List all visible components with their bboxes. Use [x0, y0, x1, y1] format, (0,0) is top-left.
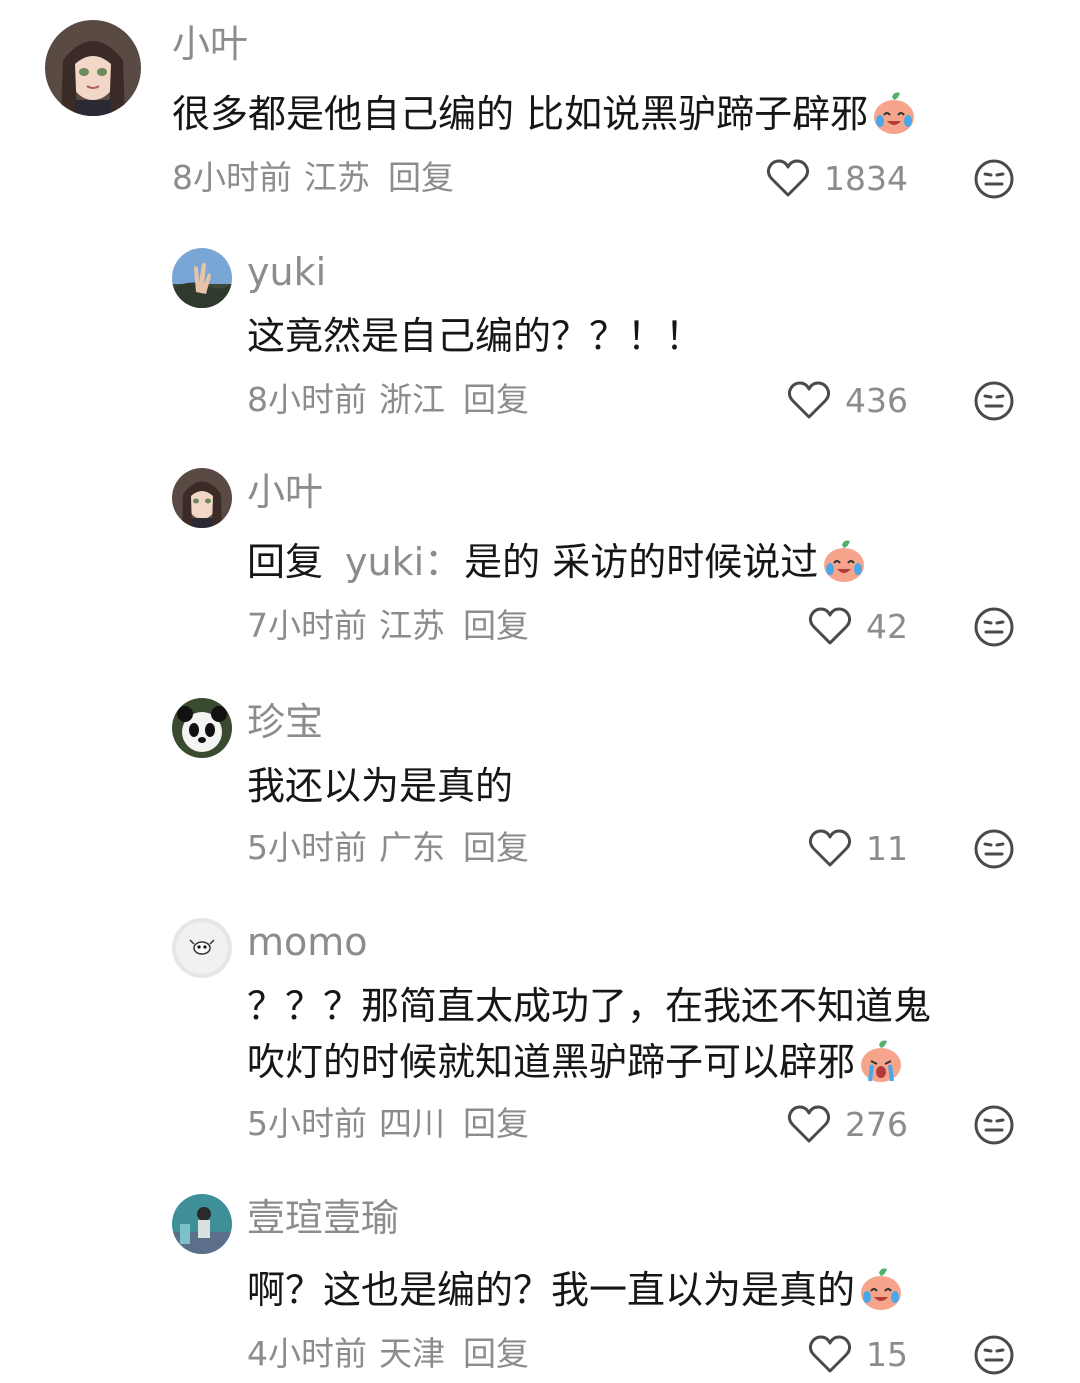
like-count: 11 — [866, 828, 908, 868]
avatar[interactable] — [172, 698, 232, 758]
comment-text: 我还以为是真的 — [247, 758, 513, 814]
comment-text: ？？？那简直太成功了，在我还不知道鬼 吹灯的时候就知道黑驴蹄子可以辟邪 — [247, 978, 931, 1090]
reply-item: 珍宝 我还以为是真的 5小时前 广东 回复 11 — [0, 680, 1080, 900]
comment-author[interactable]: 小叶 — [247, 470, 323, 514]
comment-time: 8小时前 — [172, 158, 292, 197]
reply-button[interactable]: 回复 — [463, 1334, 529, 1373]
neutral-face-icon[interactable] — [973, 380, 1015, 422]
avatar[interactable] — [172, 1194, 232, 1254]
comment-text-body: 是的 采访的时候说过 — [464, 540, 819, 584]
like-button[interactable]: 11 — [808, 826, 908, 870]
like-button[interactable]: 15 — [808, 1332, 908, 1376]
like-button[interactable]: 42 — [808, 604, 908, 648]
comment-text-body: 我还以为是真的 — [247, 764, 514, 808]
avatar[interactable] — [45, 20, 141, 116]
neutral-face-icon[interactable] — [973, 828, 1015, 870]
comment-meta: 7小时前 江苏 回复 — [247, 606, 529, 646]
reply-item: yuki 这竟然是自己编的？？！！ 8小时前 浙江 回复 436 — [0, 230, 1080, 450]
reply-button[interactable]: 回复 — [463, 1104, 529, 1143]
comment-meta: 5小时前 四川 回复 — [247, 1104, 529, 1144]
like-button[interactable]: 1834 — [766, 156, 908, 200]
reply-button[interactable]: 回复 — [463, 380, 529, 419]
crying-peach-emoji — [861, 1040, 902, 1082]
like-count: 436 — [845, 380, 908, 420]
comment-meta: 8小时前 江苏 回复 — [172, 158, 454, 198]
like-button[interactable]: 276 — [787, 1102, 908, 1146]
comment-author[interactable]: yuki — [247, 250, 326, 294]
laughing-cry-peach-emoji — [874, 92, 915, 134]
comment-text: 这竟然是自己编的？？！！ — [247, 308, 703, 364]
avatar[interactable] — [172, 468, 232, 528]
reply-button[interactable]: 回复 — [463, 828, 529, 867]
comment-text-line: 吹灯的时候就知道黑驴蹄子可以辟邪 — [247, 1034, 931, 1090]
comment-text: 啊？这也是编的？我一直以为是真的 — [247, 1262, 905, 1318]
heart-outline-icon — [808, 1335, 852, 1373]
reply-prefix: 回复 — [247, 540, 324, 584]
comment-meta: 5小时前 广东 回复 — [247, 828, 529, 868]
heart-outline-icon — [766, 159, 810, 197]
comment-author[interactable]: 壹瑄壹瑜 — [247, 1196, 399, 1240]
comment-meta: 8小时前 浙江 回复 — [247, 380, 529, 420]
heart-outline-icon — [808, 607, 852, 645]
laughing-cry-peach-emoji — [824, 540, 865, 582]
comment-location: 浙江 — [379, 380, 445, 419]
comment-location: 四川 — [379, 1104, 445, 1143]
comment-location: 广东 — [379, 828, 445, 867]
reply-item: 小叶 回复 yuki：是的 采访的时候说过 7小时前 江苏 回复 42 — [0, 450, 1080, 680]
like-count: 15 — [866, 1334, 908, 1374]
comment-text-body: 很多都是他自己编的 比如说黑驴蹄子辟邪 — [172, 92, 869, 136]
comment-time: 7小时前 — [247, 606, 367, 645]
comment-text-body: 这竟然是自己编的？？！！ — [247, 314, 704, 358]
heart-outline-icon — [808, 829, 852, 867]
comment-location: 天津 — [379, 1334, 445, 1373]
reply-button[interactable]: 回复 — [388, 158, 454, 197]
like-count: 1834 — [824, 158, 908, 198]
comment-author[interactable]: 小叶 — [172, 22, 248, 66]
reply-item: momo ？？？那简直太成功了，在我还不知道鬼 吹灯的时候就知道黑驴蹄子可以辟邪… — [0, 900, 1080, 1176]
avatar[interactable] — [172, 918, 232, 978]
comment-author[interactable]: momo — [247, 920, 368, 964]
reply-button[interactable]: 回复 — [463, 606, 529, 645]
comment-time: 5小时前 — [247, 828, 367, 867]
like-button[interactable]: 436 — [787, 378, 908, 422]
reply-target-user[interactable]: yuki： — [345, 540, 462, 584]
heart-outline-icon — [787, 1105, 831, 1143]
comment-meta: 4小时前 天津 回复 — [247, 1334, 529, 1374]
laughing-cry-peach-emoji — [861, 1268, 902, 1310]
like-count: 42 — [866, 606, 908, 646]
comment-text-line: ？？？那简直太成功了，在我还不知道鬼 — [247, 984, 932, 1028]
comment-location: 江苏 — [304, 158, 370, 197]
heart-outline-icon — [787, 381, 831, 419]
like-count: 276 — [845, 1104, 908, 1144]
comment-text: 很多都是他自己编的 比如说黑驴蹄子辟邪 — [172, 86, 918, 142]
comment-text-body: 啊？这也是编的？我一直以为是真的 — [247, 1268, 856, 1312]
comment-author[interactable]: 珍宝 — [247, 700, 323, 744]
comment-item: 小叶 很多都是他自己编的 比如说黑驴蹄子辟邪 8小时前 江苏 回复 1834 — [0, 0, 1080, 230]
neutral-face-icon[interactable] — [973, 1104, 1015, 1146]
comment-text: 回复 yuki：是的 采访的时候说过 — [247, 534, 868, 590]
comment-time: 8小时前 — [247, 380, 367, 419]
avatar[interactable] — [172, 248, 232, 308]
comment-text-body: 吹灯的时候就知道黑驴蹄子可以辟邪 — [247, 1040, 856, 1084]
neutral-face-icon[interactable] — [973, 1334, 1015, 1376]
comment-time: 5小时前 — [247, 1104, 367, 1143]
neutral-face-icon[interactable] — [973, 158, 1015, 200]
comment-location: 江苏 — [379, 606, 445, 645]
comment-time: 4小时前 — [247, 1334, 367, 1373]
reply-item: 壹瑄壹瑜 啊？这也是编的？我一直以为是真的 4小时前 天津 回复 15 — [0, 1176, 1080, 1383]
neutral-face-icon[interactable] — [973, 606, 1015, 648]
